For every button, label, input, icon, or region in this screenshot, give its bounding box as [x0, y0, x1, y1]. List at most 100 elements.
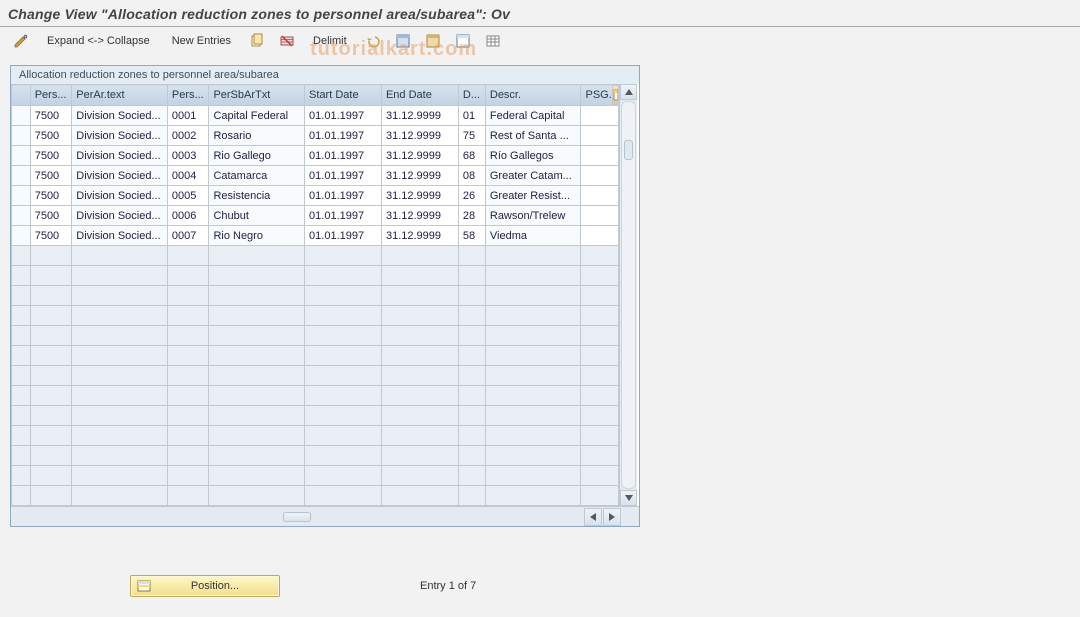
cell-pers_area[interactable]: 7500	[30, 146, 72, 166]
cell-empty[interactable]	[581, 386, 619, 406]
cell-empty[interactable]	[458, 346, 485, 366]
cell-start_date[interactable]: 01.01.1997	[305, 126, 382, 146]
cell-empty[interactable]	[485, 446, 581, 466]
row-handle[interactable]	[12, 166, 31, 186]
cell-empty[interactable]	[458, 266, 485, 286]
cell-empty[interactable]	[209, 406, 305, 426]
cell-empty[interactable]	[305, 466, 382, 486]
cell-empty[interactable]	[167, 366, 209, 386]
cell-empty[interactable]	[167, 326, 209, 346]
cell-d[interactable]: 28	[458, 206, 485, 226]
cell-empty[interactable]	[305, 266, 382, 286]
table-row[interactable]: 7500Division Socied...0005Resistencia01.…	[12, 186, 619, 206]
select-all-button[interactable]	[390, 30, 416, 52]
cell-psg[interactable]	[581, 186, 619, 206]
cell-start_date[interactable]: 01.01.1997	[305, 146, 382, 166]
cell-empty[interactable]	[485, 486, 581, 506]
row-handle[interactable]	[12, 146, 31, 166]
cell-empty[interactable]	[167, 466, 209, 486]
cell-empty[interactable]	[209, 326, 305, 346]
table-row[interactable]	[12, 466, 619, 486]
row-handle[interactable]	[12, 426, 31, 446]
table-row[interactable]	[12, 446, 619, 466]
cell-empty[interactable]	[209, 446, 305, 466]
cell-pers_area[interactable]: 7500	[30, 206, 72, 226]
row-handle[interactable]	[12, 386, 31, 406]
col-per-ar-text[interactable]: PerAr.text	[72, 85, 168, 106]
cell-empty[interactable]	[72, 346, 168, 366]
cell-start_date[interactable]: 01.01.1997	[305, 186, 382, 206]
cell-empty[interactable]	[581, 246, 619, 266]
cell-end_date[interactable]: 31.12.9999	[381, 126, 458, 146]
cell-empty[interactable]	[305, 386, 382, 406]
cell-empty[interactable]	[305, 366, 382, 386]
scroll-right-button[interactable]	[603, 508, 621, 526]
cell-empty[interactable]	[485, 346, 581, 366]
row-handle[interactable]	[12, 366, 31, 386]
cell-d[interactable]: 75	[458, 126, 485, 146]
cell-empty[interactable]	[381, 386, 458, 406]
cell-empty[interactable]	[381, 486, 458, 506]
cell-empty[interactable]	[72, 426, 168, 446]
cell-empty[interactable]	[209, 426, 305, 446]
cell-empty[interactable]	[209, 266, 305, 286]
row-handle[interactable]	[12, 406, 31, 426]
table-row[interactable]	[12, 486, 619, 506]
row-handle[interactable]	[12, 206, 31, 226]
cell-empty[interactable]	[381, 266, 458, 286]
cell-start_date[interactable]: 01.01.1997	[305, 166, 382, 186]
cell-empty[interactable]	[458, 246, 485, 266]
cell-empty[interactable]	[485, 246, 581, 266]
table-settings-button[interactable]	[480, 30, 506, 52]
deselect-all-button[interactable]	[450, 30, 476, 52]
cell-pers_area[interactable]: 7500	[30, 186, 72, 206]
row-handle[interactable]	[12, 286, 31, 306]
cell-empty[interactable]	[72, 486, 168, 506]
cell-empty[interactable]	[72, 386, 168, 406]
col-descr[interactable]: Descr.	[485, 85, 581, 106]
table-row[interactable]	[12, 386, 619, 406]
cell-empty[interactable]	[72, 466, 168, 486]
col-d[interactable]: D...	[458, 85, 485, 106]
cell-empty[interactable]	[305, 326, 382, 346]
scroll-notch[interactable]	[624, 140, 633, 160]
cell-empty[interactable]	[72, 266, 168, 286]
cell-empty[interactable]	[381, 446, 458, 466]
cell-empty[interactable]	[305, 486, 382, 506]
cell-empty[interactable]	[30, 326, 72, 346]
cell-empty[interactable]	[305, 286, 382, 306]
scroll-left-button[interactable]	[584, 508, 602, 526]
cell-empty[interactable]	[72, 326, 168, 346]
cell-empty[interactable]	[30, 266, 72, 286]
cell-empty[interactable]	[381, 286, 458, 306]
cell-empty[interactable]	[167, 426, 209, 446]
cell-pers_area[interactable]: 7500	[30, 126, 72, 146]
table-row[interactable]	[12, 426, 619, 446]
cell-empty[interactable]	[30, 386, 72, 406]
cell-empty[interactable]	[381, 466, 458, 486]
table-row[interactable]	[12, 366, 619, 386]
cell-empty[interactable]	[485, 466, 581, 486]
cell-empty[interactable]	[72, 406, 168, 426]
scroll-down-button[interactable]	[620, 490, 637, 506]
cell-empty[interactable]	[30, 346, 72, 366]
row-handle[interactable]	[12, 226, 31, 246]
cell-empty[interactable]	[485, 426, 581, 446]
col-per-sb-ar-txt[interactable]: PerSbArTxt	[209, 85, 305, 106]
expand-collapse-button[interactable]: Expand <-> Collapse	[38, 30, 159, 52]
delete-button[interactable]	[274, 30, 300, 52]
row-handle[interactable]	[12, 346, 31, 366]
cell-empty[interactable]	[167, 286, 209, 306]
cell-empty[interactable]	[485, 406, 581, 426]
cell-empty[interactable]	[381, 406, 458, 426]
cell-empty[interactable]	[485, 306, 581, 326]
cell-pers_sub[interactable]: 0006	[167, 206, 209, 226]
cell-empty[interactable]	[167, 306, 209, 326]
cell-pers_sub[interactable]: 0003	[167, 146, 209, 166]
cell-empty[interactable]	[209, 346, 305, 366]
cell-empty[interactable]	[581, 446, 619, 466]
cell-empty[interactable]	[381, 366, 458, 386]
cell-empty[interactable]	[581, 466, 619, 486]
col-pers-area[interactable]: Pers...	[30, 85, 72, 106]
cell-empty[interactable]	[458, 366, 485, 386]
